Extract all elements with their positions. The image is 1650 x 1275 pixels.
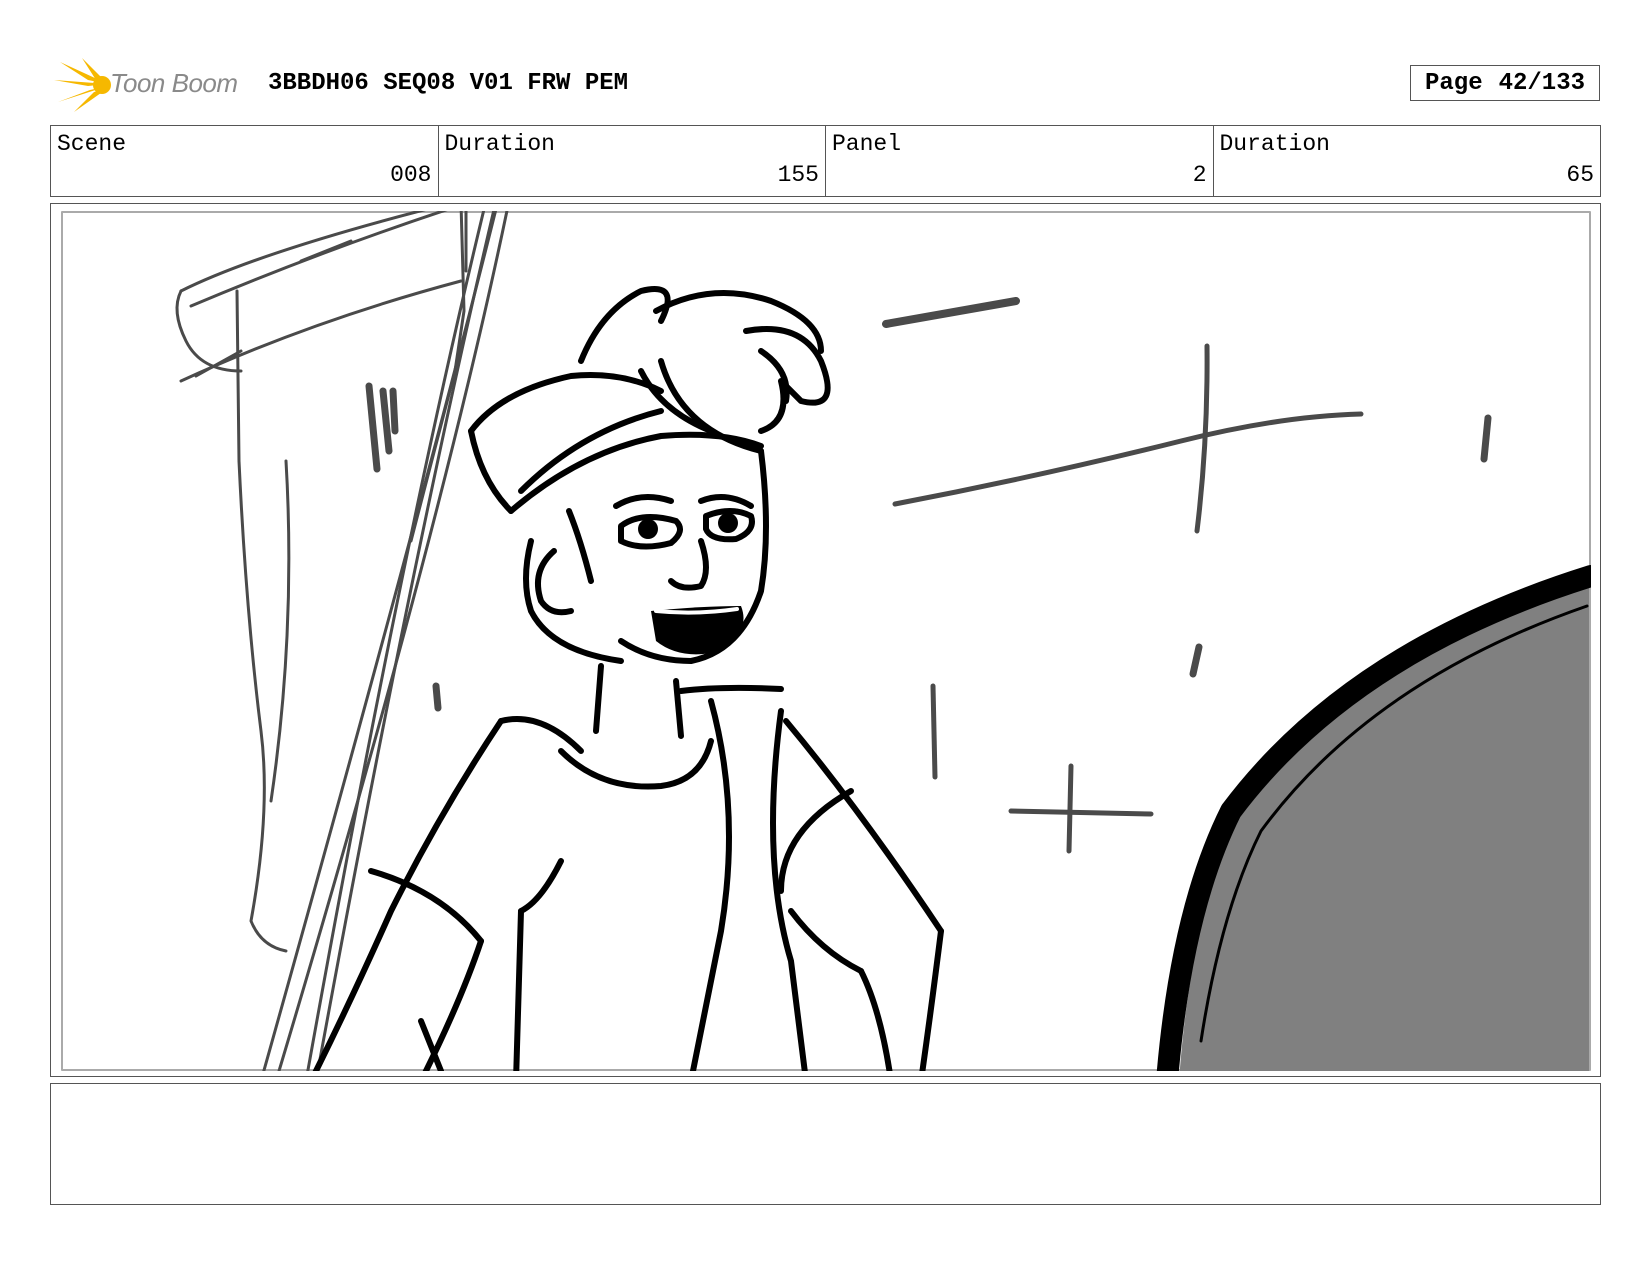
panel-info-row: Scene 008 Duration 155 Panel 2 Duration …	[50, 125, 1601, 197]
scene-cell: Scene 008	[51, 126, 439, 196]
document-title: 3BBDH06 SEQ08 V01 FRW PEM	[268, 70, 629, 97]
storyboard-sketch-image	[61, 211, 1591, 1071]
panel-duration-cell: Duration 65	[1214, 126, 1601, 196]
logo-text: Toon Boom	[110, 68, 238, 98]
scene-duration-value: 155	[777, 162, 819, 188]
page-label: Page	[1424, 69, 1483, 97]
panel-duration-value: 65	[1566, 162, 1594, 188]
panel-cell: Panel 2	[826, 126, 1214, 196]
panel-value: 2	[1192, 162, 1207, 188]
notes-box	[50, 1083, 1601, 1205]
page-number: 42/133	[1498, 69, 1586, 97]
scene-duration-label: Duration	[444, 131, 555, 157]
page-indicator: Page 42/133	[1410, 65, 1600, 101]
scene-label: Scene	[57, 131, 127, 157]
panel-duration-label: Duration	[1219, 131, 1330, 157]
scene-duration-cell: Duration 155	[439, 126, 826, 196]
panel-label: Panel	[832, 131, 902, 157]
notes-text	[51, 1084, 1600, 1104]
scene-value: 008	[390, 162, 432, 188]
